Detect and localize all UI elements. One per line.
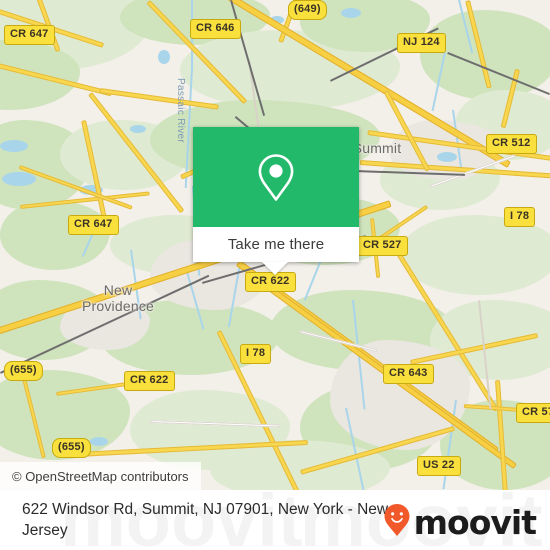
road-shield: CR 622 — [245, 272, 296, 292]
water-body — [0, 140, 28, 152]
water-body — [341, 8, 361, 18]
water-body — [2, 172, 36, 186]
road-shield: CR 647 — [4, 25, 55, 45]
river-label: Passaic River — [175, 78, 186, 144]
moovit-logo[interactable]: moovit — [384, 503, 537, 542]
moovit-wordmark: moovit — [413, 503, 537, 542]
attribution-text: © OpenStreetMap contributors — [12, 468, 189, 484]
take-me-there-button[interactable]: Take me there — [193, 227, 359, 262]
map-attribution: © OpenStreetMap contributors — [0, 462, 201, 490]
take-me-there-label: Take me there — [227, 236, 325, 253]
road-shield: (655) — [4, 361, 43, 381]
road-shield: NJ 124 — [397, 33, 446, 53]
road-shield: (655) — [52, 438, 91, 458]
landuse-area — [0, 200, 110, 270]
card-pointer-tail — [262, 262, 288, 275]
road-shield: CR 512 — [486, 134, 537, 154]
road-shield: CR 57 — [516, 403, 550, 423]
road-shield: CR 643 — [383, 364, 434, 384]
road-shield: CR 622 — [124, 371, 175, 391]
road-shield: CR 527 — [357, 236, 408, 256]
road-shield: (649) — [288, 0, 327, 20]
water-body — [158, 50, 170, 64]
page-footer: moovit moovit 622 Windsor Rd, Summit, NJ… — [0, 490, 550, 550]
map-pin-icon — [254, 152, 298, 202]
road-shield: I 78 — [504, 207, 536, 227]
moovit-map-screenshot: Passaic River New Providence Summit CR 6… — [0, 0, 550, 550]
location-callout-card[interactable]: Take me there — [193, 127, 359, 262]
water-body — [90, 437, 108, 446]
road-shield: CR 646 — [190, 19, 241, 39]
moovit-pin-smile-icon — [384, 504, 410, 541]
road-shield: US 22 — [417, 456, 461, 476]
road-shield: CR 647 — [68, 215, 119, 235]
place-label-new-providence: New Providence — [81, 282, 155, 314]
map-canvas[interactable]: Passaic River New Providence Summit CR 6… — [0, 0, 550, 490]
address-title: 622 Windsor Rd, Summit, NJ 07901, New Yo… — [22, 501, 389, 540]
water-body — [437, 152, 457, 162]
road-shield: I 78 — [240, 344, 272, 364]
water-body — [130, 125, 146, 133]
landuse-area — [400, 215, 550, 295]
card-header — [193, 127, 359, 227]
